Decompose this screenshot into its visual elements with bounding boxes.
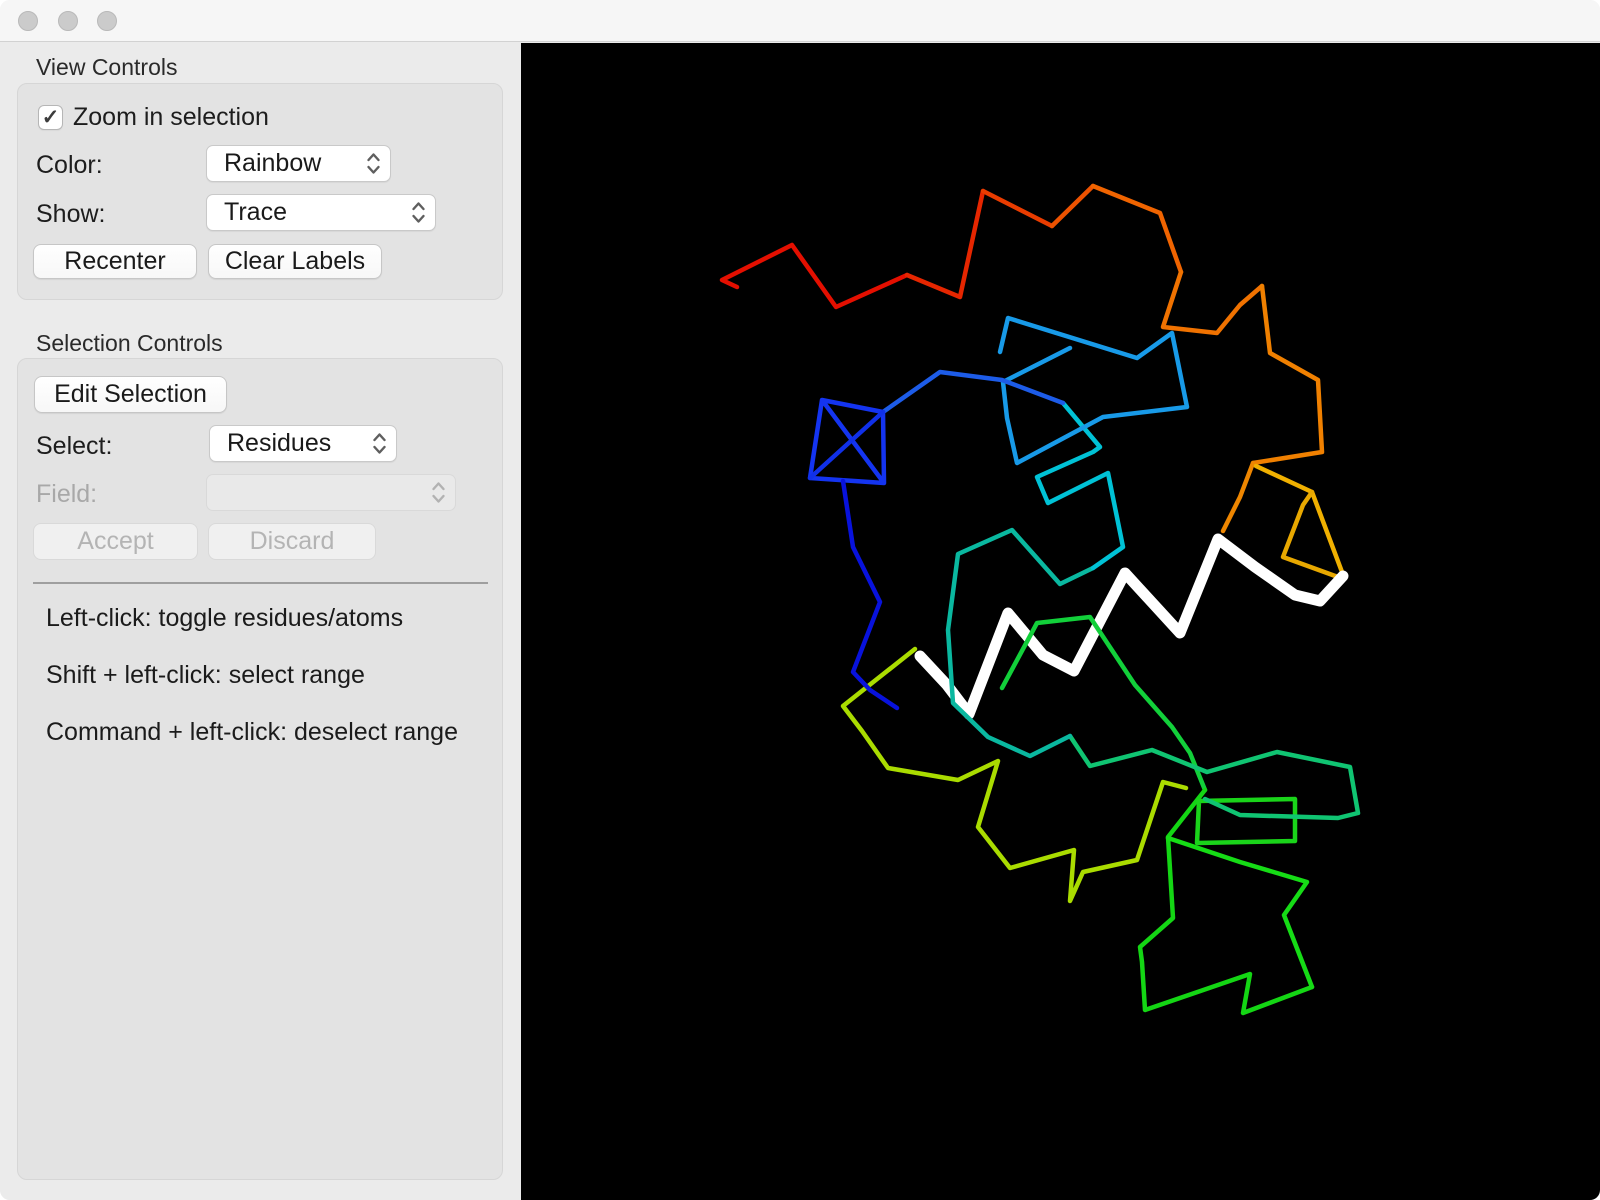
- select-popup-value: Residues: [227, 429, 332, 457]
- molecule-strand-teal: [945, 527, 1096, 759]
- hint-shift-click: Shift + left-click: select range: [46, 661, 365, 689]
- color-popup[interactable]: Rainbow: [206, 145, 391, 182]
- molecule-strand-orange-2: [1090, 183, 1184, 275]
- molecule-strand-selected-helix: [914, 533, 1349, 720]
- show-popup-value: Trace: [224, 198, 287, 226]
- checkbox-checkmark-icon: ✓: [38, 105, 63, 130]
- molecule-strand-green-lower-w: [1137, 787, 1315, 1016]
- show-popup[interactable]: Trace: [206, 194, 436, 231]
- molecule-strand-orange-1: [1049, 183, 1096, 229]
- field-label: Field:: [36, 480, 98, 508]
- selection-controls-heading: Selection Controls: [36, 330, 223, 356]
- zoom-in-selection-label: Zoom in selection: [73, 103, 269, 131]
- accept-button: Accept: [33, 523, 198, 560]
- molecule-strand-orange-stub: [1220, 460, 1256, 534]
- hints-divider: [33, 582, 488, 584]
- popup-stepper-icon: [367, 153, 380, 174]
- recenter-button[interactable]: Recenter: [33, 244, 197, 279]
- protein-trace-rendering: [719, 183, 1361, 1016]
- molecule-strand-red-terminus: [719, 242, 910, 310]
- popup-stepper-icon: [412, 202, 425, 223]
- minimize-button[interactable]: [58, 11, 78, 31]
- color-label: Color:: [36, 151, 103, 179]
- molecule-strand-dark-blue-terminus: [840, 478, 900, 711]
- molecule-viewport[interactable]: [521, 43, 1600, 1200]
- color-popup-value: Rainbow: [224, 149, 322, 177]
- molecule-strand-red-orange-2: [980, 188, 1055, 229]
- app-window: View Controls ✓ Zoom in selection Color:…: [0, 0, 1600, 1200]
- molecule-strand-red-orange-1: [904, 188, 986, 300]
- molecule-strand-spring-green-pentagon: [1067, 733, 1361, 821]
- hint-left-click: Left-click: toggle residues/atoms: [46, 604, 404, 632]
- molecule-strand-royal-blue: [880, 369, 1066, 415]
- view-controls-group: ✓ Zoom in selection Color: Rainbow Show:…: [17, 83, 503, 300]
- molecule-strand-orange-4: [1250, 283, 1325, 466]
- field-popup: [206, 474, 456, 511]
- zoom-window-button[interactable]: [97, 11, 117, 31]
- molecule-strand-orange-3: [1160, 269, 1265, 336]
- show-label: Show:: [36, 200, 106, 228]
- popup-stepper-icon: [373, 433, 386, 454]
- molecule-strand-green-right-zigzag: [1165, 835, 1315, 990]
- discard-button: Discard: [208, 523, 376, 560]
- view-controls-heading: View Controls: [36, 54, 178, 80]
- select-popup[interactable]: Residues: [209, 425, 397, 462]
- close-button[interactable]: [18, 11, 38, 31]
- clear-labels-button[interactable]: Clear Labels: [208, 244, 382, 279]
- title-bar: [0, 0, 1600, 42]
- zoom-in-selection-checkbox[interactable]: ✓ Zoom in selection: [38, 103, 269, 132]
- control-sidebar: View Controls ✓ Zoom in selection Color:…: [0, 43, 521, 1200]
- selection-controls-group: Edit Selection Select: Residues Field: A…: [17, 358, 503, 1180]
- edit-selection-button[interactable]: Edit Selection: [34, 376, 227, 413]
- popup-stepper-icon: [432, 482, 445, 503]
- select-label: Select:: [36, 432, 113, 460]
- hint-command-click: Command + left-click: deselect range: [46, 718, 458, 746]
- molecule-strand-green-rectangle: [1194, 796, 1298, 846]
